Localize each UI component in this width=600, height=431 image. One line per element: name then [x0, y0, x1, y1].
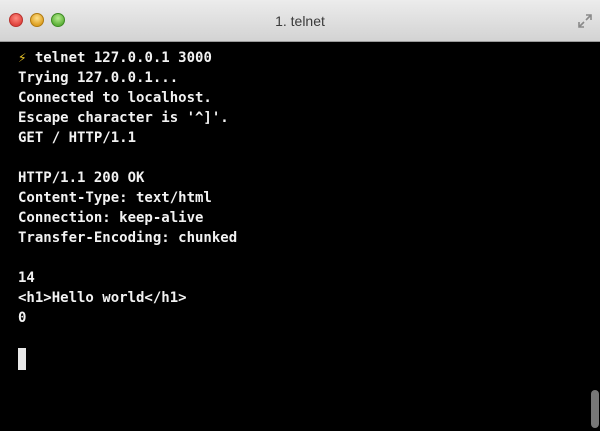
terminal-line: Content-Type: text/html — [18, 190, 212, 206]
terminal-window: 1. telnet ⚡ telnet 127.0.0.1 3000 Trying… — [0, 0, 600, 431]
terminal-line: HTTP/1.1 200 OK — [18, 170, 145, 186]
title-bar[interactable]: 1. telnet — [0, 0, 600, 42]
fullscreen-icon[interactable] — [577, 13, 593, 29]
terminal-input-line[interactable] — [18, 348, 600, 370]
window-title: 1. telnet — [275, 13, 325, 29]
text-cursor — [18, 348, 26, 370]
terminal-line: Transfer-Encoding: chunked — [18, 230, 238, 246]
terminal-output[interactable]: ⚡ telnet 127.0.0.1 3000 Trying 127.0.0.1… — [0, 42, 600, 431]
terminal-line: Connected to localhost. — [18, 90, 212, 106]
command-text: telnet 127.0.0.1 3000 — [26, 50, 212, 66]
terminal-line: Connection: keep-alive — [18, 210, 204, 226]
terminal-line: 0 — [18, 310, 27, 326]
scrollbar-thumb[interactable] — [591, 390, 599, 428]
terminal-line: Escape character is '^]'. — [18, 110, 229, 126]
terminal-line: 14 — [18, 270, 35, 286]
terminal-line: Trying 127.0.0.1... — [18, 70, 179, 86]
terminal-line: <h1>Hello world</h1> — [18, 290, 187, 306]
terminal-line-command: ⚡ telnet 127.0.0.1 3000 — [18, 48, 600, 68]
terminal-line: GET / HTTP/1.1 — [18, 130, 137, 146]
